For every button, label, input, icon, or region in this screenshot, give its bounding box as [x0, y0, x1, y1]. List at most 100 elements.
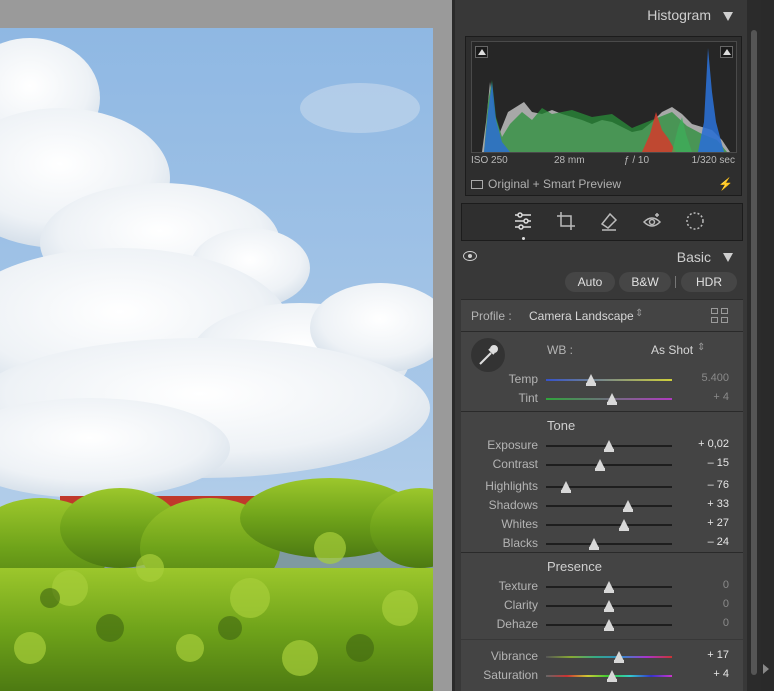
slider-thumb[interactable] — [606, 670, 617, 682]
white-balance-block: WB : As Shot ⇕ Temp 5.400 Tint + 4 — [461, 331, 743, 411]
photo-canvas-area — [0, 0, 452, 691]
shadow-clipping-icon[interactable] — [475, 46, 488, 58]
whites-slider[interactable] — [546, 519, 672, 531]
collapse-triangle-icon[interactable] — [723, 253, 733, 262]
exif-focal-length: 28 mm — [554, 155, 585, 166]
texture-slider[interactable] — [546, 581, 672, 593]
clarity-value[interactable]: 0 — [723, 598, 729, 610]
texture-label: Texture — [498, 579, 538, 593]
collapse-triangle-icon[interactable] — [723, 12, 733, 21]
masking-icon[interactable] — [684, 210, 706, 232]
saturation-slider[interactable] — [546, 670, 672, 682]
slider-thumb[interactable] — [604, 600, 614, 612]
temp-label: Temp — [508, 372, 538, 386]
develop-right-panel: Histogram ISO 250 28 mm ƒ / 10 1/320 sec — [452, 0, 774, 691]
profile-block: Profile : Camera Landscape ⇕ — [461, 299, 743, 331]
tool-strip — [461, 203, 743, 241]
chevron-updown-icon[interactable]: ⇕ — [635, 308, 643, 319]
slider-thumb[interactable] — [604, 619, 614, 631]
panel-scrollbar[interactable] — [747, 0, 761, 691]
profile-label: Profile : — [471, 309, 512, 323]
wb-select[interactable]: As Shot — [651, 343, 693, 357]
profile-select[interactable]: Camera Landscape — [529, 309, 634, 323]
highlights-value[interactable]: – 76 — [708, 479, 729, 491]
active-tool-indicator — [522, 237, 525, 240]
presence-title: Presence — [547, 559, 602, 574]
clarity-label: Clarity — [503, 598, 538, 612]
highlights-label: Highlights — [485, 479, 538, 493]
visibility-eye-icon[interactable] — [463, 251, 477, 261]
slider-thumb[interactable] — [622, 500, 633, 512]
dehaze-value[interactable]: 0 — [723, 617, 729, 629]
treatment-buttons: Auto B&W HDR — [461, 270, 743, 296]
slider-thumb[interactable] — [604, 440, 614, 452]
slider-thumb[interactable] — [595, 459, 606, 471]
slider-thumb[interactable] — [586, 374, 597, 386]
chevron-updown-icon[interactable]: ⇕ — [697, 342, 705, 353]
presence-block: Presence Texture 0 Clarity 0 Dehaze 0 Vi… — [461, 552, 743, 691]
panel-content: Histogram ISO 250 28 mm ƒ / 10 1/320 sec — [455, 0, 747, 691]
blacks-slider[interactable] — [546, 538, 672, 550]
histogram-title: Histogram — [647, 7, 711, 23]
lightning-icon[interactable]: ⚡ — [718, 177, 733, 191]
saturation-value[interactable]: + 4 — [713, 668, 729, 680]
highlight-clipping-icon[interactable] — [720, 46, 733, 58]
photo-preview[interactable] — [0, 28, 433, 691]
tint-slider[interactable] — [546, 393, 672, 405]
tint-label: Tint — [518, 391, 538, 405]
panel-expand-arrow-icon[interactable] — [763, 664, 769, 674]
bw-button[interactable]: B&W — [619, 272, 671, 292]
vibrance-slider[interactable] — [546, 651, 672, 663]
histogram-header[interactable]: Histogram — [455, 0, 747, 34]
exposure-label: Exposure — [487, 438, 538, 452]
clarity-slider[interactable] — [546, 600, 672, 612]
slider-thumb[interactable] — [606, 393, 617, 405]
shadows-slider[interactable] — [546, 500, 672, 512]
divider — [675, 276, 676, 288]
auto-button[interactable]: Auto — [565, 272, 615, 292]
tint-value[interactable]: + 4 — [713, 391, 729, 403]
shadows-value[interactable]: + 33 — [707, 498, 729, 510]
whites-label: Whites — [501, 517, 538, 531]
tone-title: Tone — [547, 418, 576, 433]
vibrance-label: Vibrance — [490, 649, 538, 663]
basic-header[interactable]: Basic — [455, 245, 747, 269]
edit-sliders-icon[interactable] — [512, 210, 534, 232]
eyedropper-icon[interactable] — [471, 338, 505, 372]
contrast-slider[interactable] — [546, 459, 672, 471]
contrast-value[interactable]: – 15 — [708, 457, 729, 469]
preview-icon — [471, 180, 483, 189]
temp-slider[interactable] — [546, 374, 672, 386]
exif-iso: ISO 250 — [471, 155, 508, 166]
tone-block: Tone Exposure + 0,02 Contrast – 15 Highl… — [461, 411, 743, 552]
slider-thumb[interactable] — [561, 481, 572, 493]
crop-icon[interactable] — [555, 210, 577, 232]
temp-value[interactable]: 5.400 — [701, 372, 729, 384]
scrollbar-thumb[interactable] — [751, 30, 757, 675]
wb-label: WB : — [547, 343, 573, 357]
healing-icon[interactable] — [598, 210, 620, 232]
histogram-plot[interactable] — [471, 41, 737, 153]
blacks-value[interactable]: – 24 — [708, 536, 729, 548]
histogram-graph — [482, 48, 730, 152]
slider-thumb[interactable] — [588, 538, 599, 550]
whites-value[interactable]: + 27 — [707, 517, 729, 529]
exposure-value[interactable]: + 0,02 — [698, 438, 729, 450]
profile-browser-icon[interactable] — [711, 308, 729, 324]
red-eye-icon[interactable] — [641, 210, 663, 232]
basic-title: Basic — [676, 249, 711, 265]
landscape-photo — [0, 28, 433, 691]
smart-preview-status[interactable]: Original + Smart Preview ⚡ — [471, 177, 737, 193]
dehaze-slider[interactable] — [546, 619, 672, 631]
exif-shutter: 1/320 sec — [691, 155, 735, 166]
slider-thumb[interactable] — [619, 519, 630, 531]
slider-thumb[interactable] — [614, 651, 625, 663]
texture-value[interactable]: 0 — [723, 579, 729, 591]
exposure-slider[interactable] — [546, 440, 672, 452]
hdr-button[interactable]: HDR — [681, 272, 737, 292]
slider-thumb[interactable] — [604, 581, 614, 593]
vibrance-value[interactable]: + 17 — [707, 649, 729, 661]
highlights-slider[interactable] — [546, 481, 672, 493]
contrast-label: Contrast — [492, 457, 538, 471]
exif-aperture: ƒ / 10 — [624, 155, 650, 166]
